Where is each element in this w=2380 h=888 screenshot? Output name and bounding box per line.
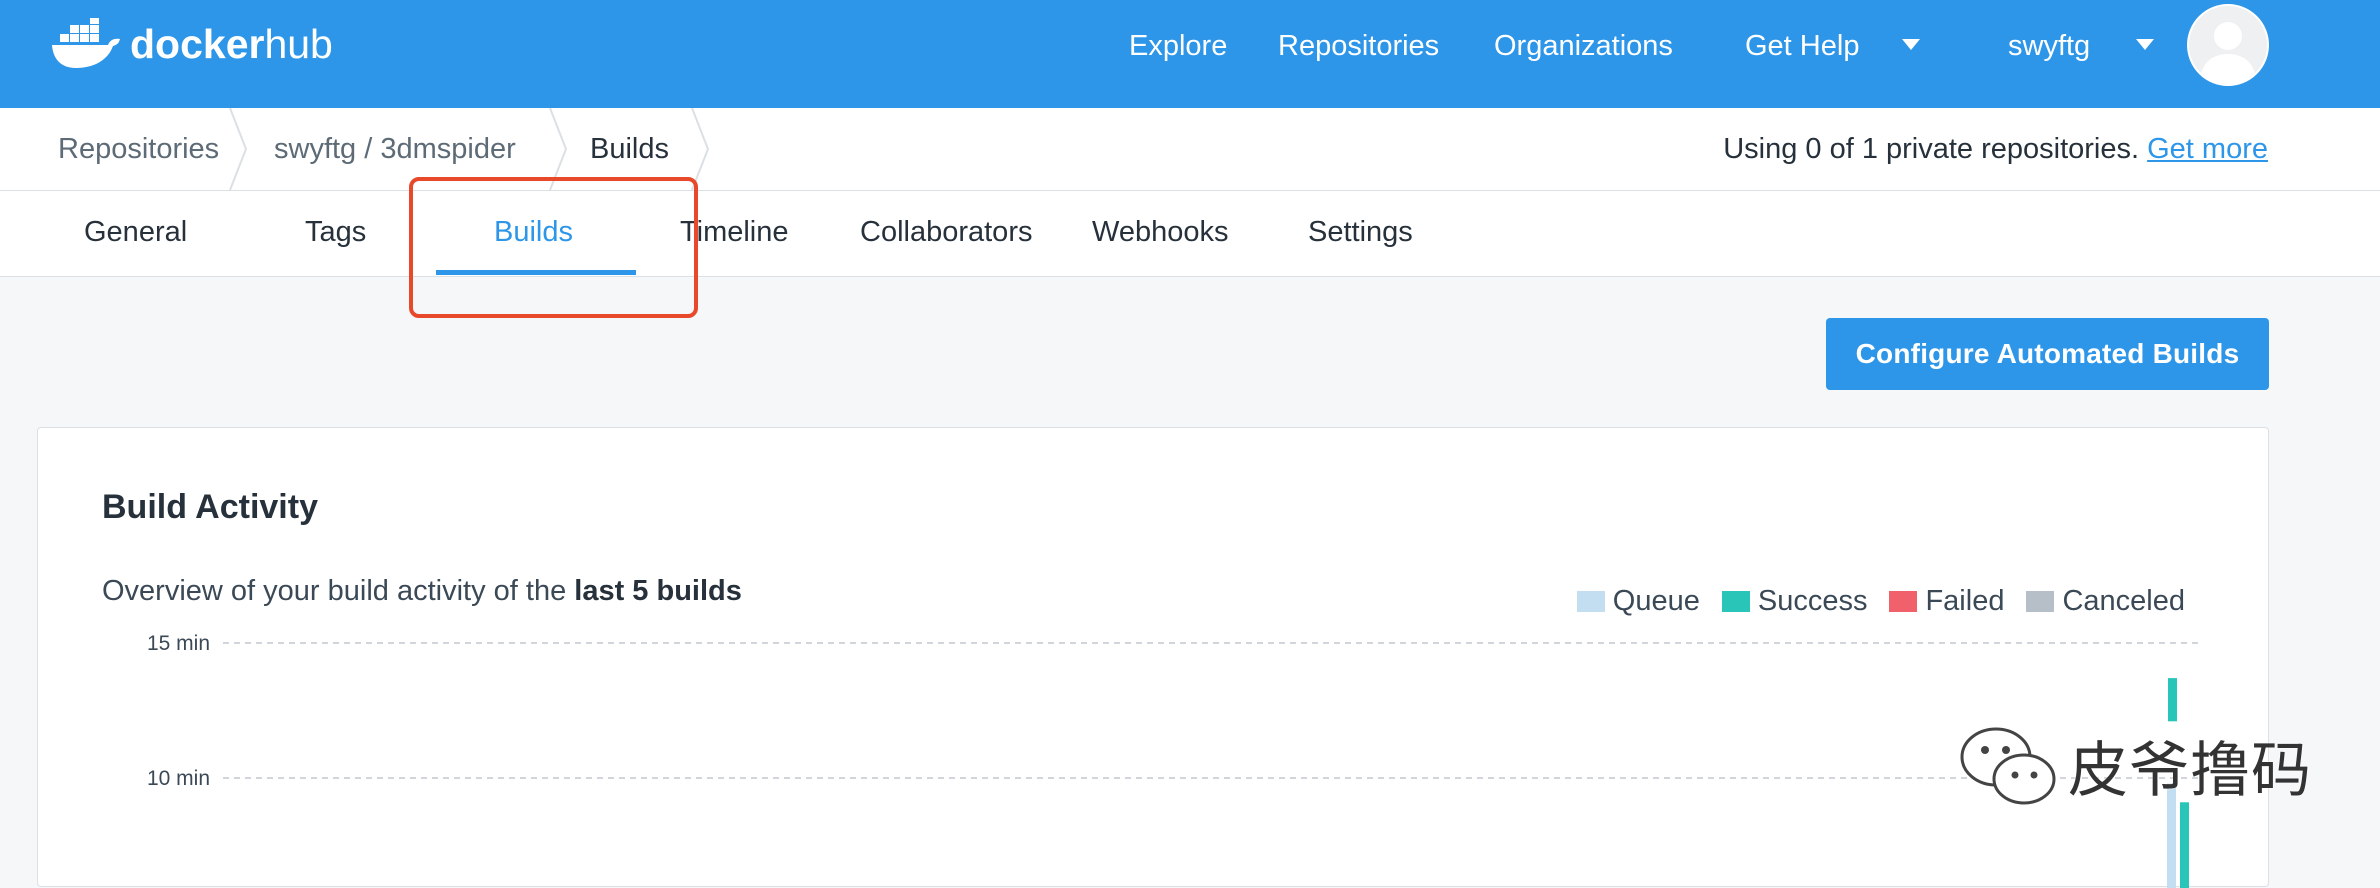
- y-tick-label: 10 min: [147, 767, 210, 790]
- builds-tab-highlight: [409, 177, 698, 318]
- legend-swatch-canceled: [2026, 591, 2055, 612]
- tab-collaborators[interactable]: Collaborators: [860, 191, 1032, 276]
- tab-general[interactable]: General: [84, 191, 187, 276]
- top-navbar: dockerhub Explore Repositories Organizat…: [0, 0, 2380, 108]
- private-repo-usage: Using 0 of 1 private repositories. Get m…: [1723, 108, 2268, 190]
- get-more-link[interactable]: Get more: [2147, 133, 2268, 165]
- legend-item-failed[interactable]: Failed: [1889, 585, 2004, 618]
- build-activity-subtitle: Overview of your build activity of the l…: [102, 575, 742, 608]
- docker-hub-logo[interactable]: dockerhub: [50, 14, 333, 74]
- legend-swatch-failed: [1889, 591, 1918, 612]
- bar-success[interactable]: [2168, 678, 2177, 722]
- legend-item-canceled[interactable]: Canceled: [2026, 585, 2185, 618]
- avatar[interactable]: [2187, 4, 2269, 86]
- breadcrumb-repositories[interactable]: Repositories: [58, 108, 219, 190]
- user-menu-username[interactable]: swyftg: [2008, 0, 2090, 92]
- chart-legend: Queue Success Failed Canceled: [1555, 585, 2185, 618]
- build-activity-card: Build Activity Overview of your build ac…: [37, 427, 2269, 888]
- legend-label-queue: Queue: [1612, 585, 1700, 617]
- build-activity-title: Build Activity: [102, 488, 318, 526]
- subtitle-emphasis: last 5 builds: [574, 575, 742, 607]
- nav-get-help[interactable]: Get Help: [1745, 0, 1859, 92]
- user-menu-chevron-down-icon[interactable]: [2136, 39, 2154, 50]
- nav-repositories[interactable]: Repositories: [1278, 0, 1439, 92]
- tab-webhooks[interactable]: Webhooks: [1092, 191, 1229, 276]
- legend-swatch-success: [1721, 591, 1750, 612]
- bar-success[interactable]: [2180, 802, 2189, 888]
- get-help-chevron-down-icon[interactable]: [1902, 39, 1920, 50]
- wechat-icon: [1960, 727, 2056, 804]
- legend-swatch-queue: [1576, 591, 1605, 612]
- nav-organizations[interactable]: Organizations: [1494, 0, 1673, 92]
- y-tick-label: 15 min: [147, 632, 210, 655]
- private-repo-usage-text: Using 0 of 1 private repositories.: [1723, 133, 2140, 165]
- user-silhouette-icon: [2199, 22, 2257, 84]
- tab-tags[interactable]: Tags: [305, 191, 366, 276]
- legend-label-success: Success: [1757, 585, 1868, 617]
- logo-text: dockerhub: [130, 20, 333, 67]
- legend-label-failed: Failed: [1925, 585, 2005, 617]
- configure-automated-builds-button[interactable]: Configure Automated Builds: [1826, 318, 2269, 390]
- breadcrumb: Repositories swyftg / 3dmspider Builds U…: [0, 108, 2380, 191]
- legend-item-queue[interactable]: Queue: [1576, 585, 1700, 618]
- watermark-text: 皮爷撸码: [2068, 736, 2312, 806]
- repo-tabs: General Tags Builds Timeline Collaborato…: [0, 191, 2380, 277]
- breadcrumb-separator-icon: [691, 108, 710, 190]
- legend-item-success[interactable]: Success: [1721, 585, 1868, 618]
- build-activity-chart: 15 min 10 min: [147, 632, 2198, 888]
- nav-explore[interactable]: Explore: [1129, 0, 1227, 92]
- subtitle-text: Overview of your build activity of the: [102, 575, 567, 607]
- docker-whale-icon: [52, 18, 120, 68]
- tab-settings[interactable]: Settings: [1308, 191, 1413, 276]
- watermark: 皮爷撸码: [1958, 722, 2312, 809]
- breadcrumb-separator-icon: [229, 108, 248, 190]
- legend-label-canceled: Canceled: [2062, 585, 2185, 617]
